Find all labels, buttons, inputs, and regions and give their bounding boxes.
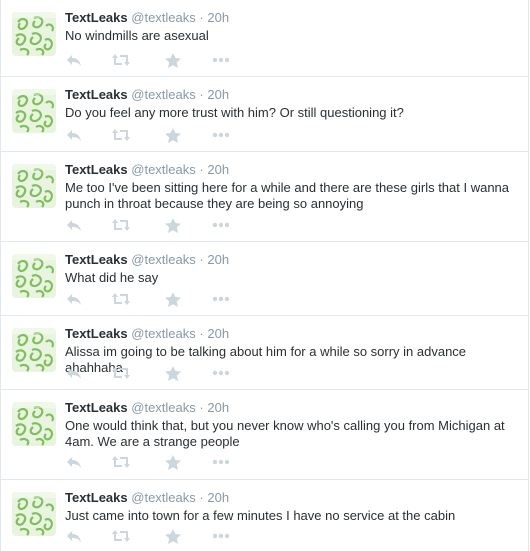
star-icon[interactable]	[164, 527, 182, 545]
tweet-header: TextLeaks @textleaks · 20h	[65, 87, 518, 103]
avatar[interactable]	[12, 328, 56, 372]
reply-icon[interactable]	[65, 364, 83, 382]
tweet-username[interactable]: @textleaks	[131, 326, 196, 341]
tweet-separator: ·	[199, 162, 204, 177]
tweet-content: TextLeaks @textleaks · 20h One would thi…	[65, 400, 518, 450]
tweet-header: TextLeaks @textleaks · 20h	[65, 400, 518, 416]
retweet-icon[interactable]	[112, 126, 130, 144]
reply-icon[interactable]	[65, 290, 83, 308]
star-icon[interactable]	[164, 364, 182, 382]
tweet-text: No windmills are asexual	[65, 28, 209, 43]
more-icon[interactable]	[212, 453, 230, 471]
tweet-fullname[interactable]: TextLeaks	[65, 326, 128, 341]
tweet-text: Do you feel any more trust with him? Or …	[65, 105, 404, 120]
avatar[interactable]	[12, 254, 56, 298]
tweet-username[interactable]: @textleaks	[131, 10, 196, 25]
tweet-item[interactable]: TextLeaks @textleaks · 20h No windmills …	[1, 0, 528, 77]
tweet-separator: ·	[199, 326, 204, 341]
tweet-username[interactable]: @textleaks	[131, 400, 196, 415]
tweet-separator: ·	[199, 87, 204, 102]
tweet-item[interactable]: TextLeaks @textleaks · 20h What did he s…	[1, 242, 528, 316]
avatar[interactable]	[12, 402, 56, 446]
reply-icon[interactable]	[65, 51, 83, 69]
retweet-icon[interactable]	[112, 51, 130, 69]
star-icon[interactable]	[164, 290, 182, 308]
avatar[interactable]	[12, 89, 56, 133]
avatar[interactable]	[12, 12, 56, 56]
retweet-icon[interactable]	[112, 364, 130, 382]
tweet-item[interactable]: TextLeaks @textleaks · 20h Alissa im goi…	[1, 316, 528, 390]
tweet-timestamp[interactable]: 20h	[207, 252, 229, 267]
tweet-item[interactable]: TextLeaks @textleaks · 20h Me too I've b…	[1, 152, 528, 242]
reply-icon[interactable]	[65, 216, 83, 234]
tweet-text: Me too I've been sitting here for a whil…	[65, 180, 510, 211]
tweet-content: TextLeaks @textleaks · 20h Do you feel a…	[65, 87, 518, 121]
tweet-timestamp[interactable]: 20h	[207, 162, 229, 177]
more-icon[interactable]	[212, 51, 230, 69]
tweet-username[interactable]: @textleaks	[131, 252, 196, 267]
tweet-header: TextLeaks @textleaks · 20h	[65, 252, 518, 268]
retweet-icon[interactable]	[112, 290, 130, 308]
tweet-timestamp[interactable]: 20h	[207, 490, 229, 505]
reply-icon[interactable]	[65, 126, 83, 144]
tweet-timestamp[interactable]: 20h	[207, 10, 229, 25]
tweet-separator: ·	[199, 490, 204, 505]
more-icon[interactable]	[212, 290, 230, 308]
tweet-content: TextLeaks @textleaks · 20h What did he s…	[65, 252, 518, 286]
star-icon[interactable]	[164, 51, 182, 69]
tweet-separator: ·	[199, 252, 204, 267]
star-icon[interactable]	[164, 126, 182, 144]
tweet-text: One would think that, but you never know…	[65, 418, 505, 449]
tweet-text: Just came into town for a few minutes I …	[65, 508, 456, 523]
tweet-timestamp[interactable]: 20h	[207, 326, 229, 341]
tweet-header: TextLeaks @textleaks · 20h	[65, 10, 518, 26]
tweet-timestamp[interactable]: 20h	[207, 400, 229, 415]
star-icon[interactable]	[164, 216, 182, 234]
tweet-username[interactable]: @textleaks	[131, 162, 196, 177]
tweet-timestamp[interactable]: 20h	[207, 87, 229, 102]
tweet-header: TextLeaks @textleaks · 20h	[65, 162, 518, 178]
tweet-fullname[interactable]: TextLeaks	[65, 87, 128, 102]
retweet-icon[interactable]	[112, 453, 130, 471]
reply-icon[interactable]	[65, 453, 83, 471]
more-icon[interactable]	[212, 364, 230, 382]
tweet-content: TextLeaks @textleaks · 20h Me too I've b…	[65, 162, 518, 212]
retweet-icon[interactable]	[112, 216, 130, 234]
tweet-separator: ·	[199, 10, 204, 25]
tweet-fullname[interactable]: TextLeaks	[65, 252, 128, 267]
avatar[interactable]	[12, 492, 56, 536]
tweet-stream: TextLeaks @textleaks · 20h No windmills …	[0, 0, 529, 551]
reply-icon[interactable]	[65, 527, 83, 545]
tweet-item[interactable]: TextLeaks @textleaks · 20h One would thi…	[1, 390, 528, 480]
tweet-item[interactable]: TextLeaks @textleaks · 20h Just came int…	[1, 480, 528, 551]
star-icon[interactable]	[164, 453, 182, 471]
tweet-fullname[interactable]: TextLeaks	[65, 10, 128, 25]
tweet-fullname[interactable]: TextLeaks	[65, 490, 128, 505]
avatar[interactable]	[12, 164, 56, 208]
tweet-separator: ·	[199, 400, 204, 415]
more-icon[interactable]	[212, 126, 230, 144]
tweet-header: TextLeaks @textleaks · 20h	[65, 326, 518, 342]
tweet-content: TextLeaks @textleaks · 20h Just came int…	[65, 490, 518, 524]
more-icon[interactable]	[212, 216, 230, 234]
tweet-item[interactable]: TextLeaks @textleaks · 20h Do you feel a…	[1, 77, 528, 152]
tweet-text: What did he say	[65, 270, 159, 285]
tweet-header: TextLeaks @textleaks · 20h	[65, 490, 518, 506]
tweet-text: Alissa im going to be talking about him …	[65, 344, 467, 375]
tweet-username[interactable]: @textleaks	[131, 490, 196, 505]
tweet-content: TextLeaks @textleaks · 20h No windmills …	[65, 10, 518, 44]
retweet-icon[interactable]	[112, 527, 130, 545]
tweet-fullname[interactable]: TextLeaks	[65, 400, 128, 415]
tweet-content: TextLeaks @textleaks · 20h Alissa im goi…	[65, 326, 518, 376]
more-icon[interactable]	[212, 527, 230, 545]
tweet-fullname[interactable]: TextLeaks	[65, 162, 128, 177]
tweet-username[interactable]: @textleaks	[131, 87, 196, 102]
